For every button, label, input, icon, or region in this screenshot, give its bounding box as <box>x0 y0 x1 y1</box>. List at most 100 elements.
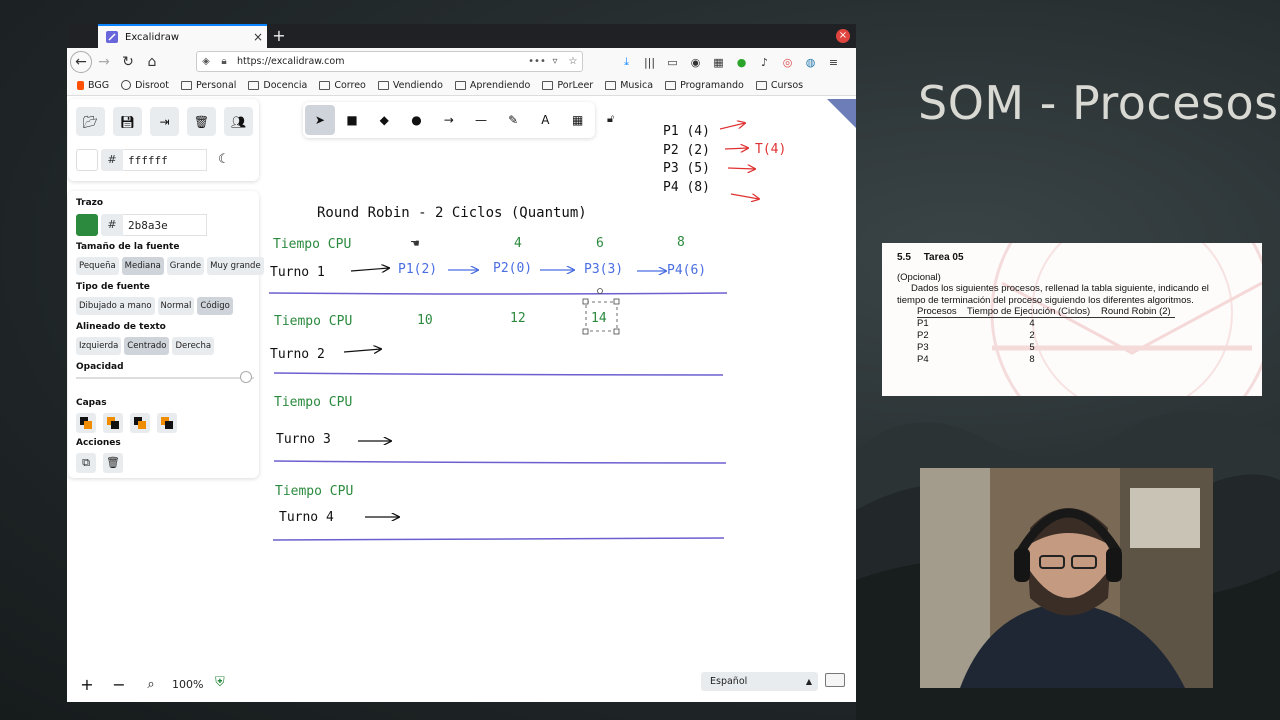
bookmark-vendiendo[interactable]: Vendiendo <box>377 80 443 91</box>
row-divider[interactable] <box>268 292 728 295</box>
p2-result[interactable]: T(4) <box>755 142 786 157</box>
row2-time-selected[interactable]: 14 <box>591 311 607 326</box>
bookmark-porleer[interactable]: PorLeer <box>542 80 593 91</box>
red-arrow[interactable] <box>724 148 748 149</box>
row2-turn-label[interactable]: Turno 2 <box>270 347 325 362</box>
bookmark-star-icon[interactable]: ☆ <box>564 56 582 67</box>
opacity-slider-knob[interactable] <box>240 371 252 383</box>
align-right[interactable]: Derecha <box>172 337 215 355</box>
row1-time[interactable]: 4 <box>514 236 522 251</box>
row3-turn-label[interactable]: Turno 3 <box>276 432 331 447</box>
tab-close-icon[interactable]: × <box>249 30 267 44</box>
reload-button[interactable]: ↻ <box>116 50 140 74</box>
row2-cpu-label[interactable]: Tiempo CPU <box>274 314 352 329</box>
home-icon[interactable]: ⌂ <box>140 50 164 74</box>
bookmark-aprendiendo[interactable]: Aprendiendo <box>454 80 530 91</box>
download-icon[interactable]: ⤓ <box>615 50 638 74</box>
bookmark-correo[interactable]: Correo <box>319 80 366 91</box>
bookmark-cursos[interactable]: Cursos <box>755 80 803 91</box>
send-backward-icon[interactable] <box>103 413 123 433</box>
row2-time[interactable]: 10 <box>417 313 433 328</box>
bookmark-bgg[interactable]: BGG <box>77 80 109 91</box>
process-p2[interactable]: P2 (2) <box>663 143 710 158</box>
send-to-back-icon[interactable] <box>76 413 96 433</box>
page-actions-icon[interactable]: ••• <box>528 56 546 67</box>
back-button[interactable]: ← <box>70 50 92 73</box>
bring-to-front-icon[interactable] <box>157 413 177 433</box>
lock-icon[interactable]: 🔒︎ <box>215 56 233 67</box>
duplicate-icon[interactable]: ⧉ <box>76 453 96 473</box>
font-size-large[interactable]: Grande <box>166 257 205 275</box>
bookmark-musica[interactable]: Musica <box>605 80 653 91</box>
font-size-very-large[interactable]: Muy grande <box>207 257 264 275</box>
row1-time[interactable]: 8 <box>677 235 685 250</box>
row1-cpu-label[interactable]: Tiempo CPU <box>273 237 351 252</box>
font-code[interactable]: Código <box>197 297 233 315</box>
stroke-swatch[interactable] <box>76 214 98 236</box>
red-arrow[interactable] <box>730 193 759 199</box>
row1-step[interactable]: P2(0) <box>493 261 532 276</box>
rectangle-tool-icon[interactable]: ■ <box>337 105 367 135</box>
row1-turn-label[interactable]: Turno 1 <box>270 265 325 280</box>
row4-cpu-label[interactable]: Tiempo CPU <box>275 484 353 499</box>
account-icon[interactable]: ◉ <box>684 50 707 74</box>
bring-forward-icon[interactable] <box>130 413 150 433</box>
url-bar[interactable]: ◈ 🔒︎ https://excalidraw.com ••• ▿ ☆ <box>196 51 583 72</box>
keyboard-shortcuts-icon[interactable] <box>825 673 845 687</box>
bookmark-personal[interactable]: Personal <box>181 80 236 91</box>
delete-icon[interactable]: 🗑︎ <box>103 453 123 473</box>
font-normal[interactable]: Normal <box>157 297 195 315</box>
row-divider[interactable] <box>273 460 727 464</box>
row1-step[interactable]: P1(2) <box>398 262 437 277</box>
zoom-out-button[interactable]: − <box>106 671 132 697</box>
resize-handle[interactable] <box>582 298 589 305</box>
arrow-tool-icon[interactable]: → <box>434 105 464 135</box>
drawing-title[interactable]: Round Robin - 2 Ciclos (Quantum) <box>317 205 587 221</box>
process-p4[interactable]: P4 (8) <box>663 180 710 195</box>
font-size-small[interactable]: Pequeña <box>76 257 119 275</box>
black-arrow[interactable] <box>350 268 389 271</box>
row1-time[interactable]: 6 <box>596 236 604 251</box>
row3-cpu-label[interactable]: Tiempo CPU <box>274 395 352 410</box>
menu-icon[interactable]: ≡ <box>822 50 845 74</box>
bookmark-docencia[interactable]: Docencia <box>248 80 307 91</box>
pencil-tool-icon[interactable]: ✎ <box>498 105 528 135</box>
github-corner-icon[interactable] <box>827 99 856 128</box>
stroke-hex-input[interactable]: 2b8a3e <box>123 214 207 236</box>
align-center[interactable]: Centrado <box>124 337 170 355</box>
sidebar-icon[interactable]: ▭ <box>661 50 684 74</box>
lock-tool-icon[interactable]: 🔓︎ <box>607 112 614 126</box>
bookmark-programando[interactable]: Programando <box>665 80 744 91</box>
red-arrow[interactable] <box>727 168 755 169</box>
pocket-icon[interactable]: ▿ <box>546 56 564 67</box>
selection-tool-icon[interactable]: ➤ <box>305 105 335 135</box>
chrome-extension-icon[interactable]: ◎ <box>776 50 799 74</box>
language-select[interactable]: Español ▲ <box>701 672 818 691</box>
zoom-in-button[interactable]: + <box>74 671 100 697</box>
row1-step[interactable]: P3(3) <box>584 262 623 277</box>
live-collaboration-button[interactable]: 👥︎ <box>224 107 253 136</box>
text-tool-icon[interactable]: A <box>531 105 561 135</box>
library-icon[interactable]: ||| <box>638 50 661 74</box>
ellipse-tool-icon[interactable]: ● <box>402 105 432 135</box>
line-tool-icon[interactable]: — <box>466 105 496 135</box>
red-arrow[interactable] <box>719 123 745 130</box>
library-tool-icon[interactable]: ▦ <box>563 105 593 135</box>
font-size-medium[interactable]: Mediana <box>121 257 164 275</box>
row2-time[interactable]: 12 <box>510 311 526 326</box>
background-hex-input[interactable]: ffffff <box>123 149 207 171</box>
vpn-extension-icon[interactable]: ◍ <box>799 50 822 74</box>
row-divider[interactable] <box>273 372 724 376</box>
align-left[interactable]: Izquierda <box>76 337 122 355</box>
row1-step[interactable]: P4(6) <box>667 263 706 278</box>
export-button[interactable]: ⇥ <box>150 107 179 136</box>
opacity-slider-track[interactable] <box>76 377 254 379</box>
process-p3[interactable]: P3 (5) <box>663 161 710 176</box>
extension-green-icon[interactable]: ● <box>730 50 753 74</box>
resize-handle[interactable] <box>613 328 620 335</box>
background-swatch[interactable] <box>76 149 98 171</box>
save-button[interactable]: 💾︎ <box>113 107 142 136</box>
row-divider[interactable] <box>272 537 725 541</box>
tracking-shield-icon[interactable]: ◈ <box>197 56 215 67</box>
clear-canvas-button[interactable]: 🗑︎ <box>187 107 216 136</box>
